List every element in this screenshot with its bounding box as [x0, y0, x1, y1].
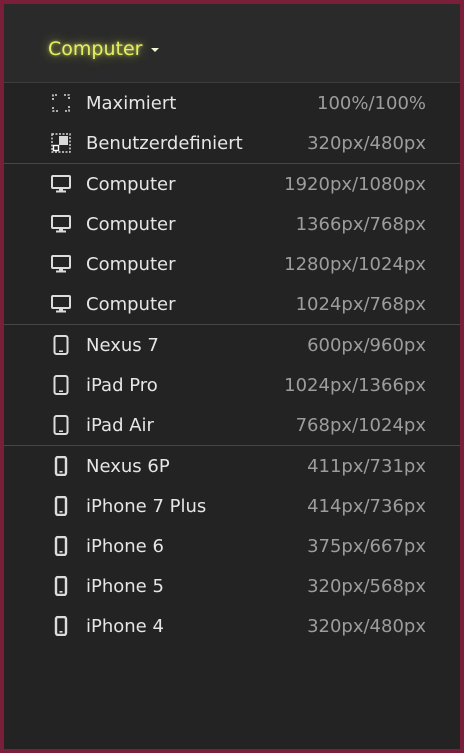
item-label: Maximiert	[86, 92, 177, 114]
section-phone: Nexus 6P 411px/731px iPhone 7 Plus 414px…	[4, 446, 460, 646]
item-size: 411px/731px	[307, 455, 426, 477]
menu-item-iphone-7-plus[interactable]: iPhone 7 Plus 414px/736px	[4, 486, 460, 526]
menu-item-iphone-4[interactable]: iPhone 4 320px/480px	[4, 606, 460, 646]
menu-item-iphone-5[interactable]: iPhone 5 320px/568px	[4, 566, 460, 606]
monitor-icon	[50, 253, 72, 275]
menu-item-ipad-air[interactable]: iPad Air 768px/1024px	[4, 405, 460, 445]
menu-header: Computer	[4, 4, 460, 83]
menu-item-computer-1280[interactable]: Computer 1280px/1024px	[4, 244, 460, 284]
item-size: 320px/568px	[307, 575, 426, 597]
device-dropdown-button[interactable]: Computer	[48, 38, 160, 60]
menu-item-maximized[interactable]: Maximiert 100%/100%	[4, 83, 460, 123]
tablet-icon	[50, 414, 72, 436]
section-window: Maximiert 100%/100% Benutzerdefiniert 32…	[4, 83, 460, 164]
section-tablet: Nexus 7 600px/960px iPad Pro 1024px/1366…	[4, 325, 460, 446]
item-size: 1366px/768px	[295, 213, 426, 235]
item-label: iPhone 4	[86, 615, 164, 637]
item-label: iPad Air	[86, 414, 154, 436]
device-list: Maximiert 100%/100% Benutzerdefiniert 32…	[4, 83, 460, 646]
maximize-icon	[50, 92, 72, 114]
item-size: 1024px/1366px	[284, 374, 426, 396]
tablet-icon	[50, 374, 72, 396]
item-size: 320px/480px	[307, 615, 426, 637]
item-label: iPhone 6	[86, 535, 164, 557]
menu-item-computer-1920[interactable]: Computer 1920px/1080px	[4, 164, 460, 204]
item-label: Computer	[86, 173, 176, 195]
caret-down-icon	[151, 48, 160, 52]
phone-icon	[50, 455, 72, 477]
item-size: 600px/960px	[307, 334, 426, 356]
custom-size-icon	[50, 132, 72, 154]
phone-icon	[50, 535, 72, 557]
menu-item-computer-1366[interactable]: Computer 1366px/768px	[4, 204, 460, 244]
item-label: Nexus 7	[86, 334, 159, 356]
tablet-icon	[50, 334, 72, 356]
item-label: Computer	[86, 213, 176, 235]
item-size: 375px/667px	[307, 535, 426, 557]
item-size: 320px/480px	[307, 132, 426, 154]
monitor-icon	[50, 213, 72, 235]
item-size: 1024px/768px	[295, 293, 426, 315]
item-size: 1920px/1080px	[284, 173, 426, 195]
menu-item-iphone-6[interactable]: iPhone 6 375px/667px	[4, 526, 460, 566]
item-size: 768px/1024px	[295, 414, 426, 436]
section-computer: Computer 1920px/1080px Computer 1366px/7…	[4, 164, 460, 325]
menu-item-computer-1024[interactable]: Computer 1024px/768px	[4, 284, 460, 324]
item-size: 1280px/1024px	[284, 253, 426, 275]
menu-item-ipad-pro[interactable]: iPad Pro 1024px/1366px	[4, 365, 460, 405]
menu-item-custom[interactable]: Benutzerdefiniert 320px/480px	[4, 123, 460, 163]
item-label: Nexus 6P	[86, 455, 170, 477]
item-label: iPhone 7 Plus	[86, 495, 207, 517]
phone-icon	[50, 575, 72, 597]
item-size: 100%/100%	[317, 92, 426, 114]
item-label: iPad Pro	[86, 374, 158, 396]
item-label: iPhone 5	[86, 575, 164, 597]
menu-item-nexus-7[interactable]: Nexus 7 600px/960px	[4, 325, 460, 365]
item-label: Computer	[86, 253, 176, 275]
item-size: 414px/736px	[307, 495, 426, 517]
device-dropdown-label: Computer	[48, 38, 143, 60]
monitor-icon	[50, 173, 72, 195]
monitor-icon	[50, 293, 72, 315]
item-label: Benutzerdefiniert	[86, 132, 243, 154]
menu-item-nexus-6p[interactable]: Nexus 6P 411px/731px	[4, 446, 460, 486]
phone-icon	[50, 495, 72, 517]
phone-icon	[50, 615, 72, 637]
item-label: Computer	[86, 293, 176, 315]
device-size-menu: Computer Maximiert 100%/100% Benutzerdef…	[0, 0, 464, 753]
